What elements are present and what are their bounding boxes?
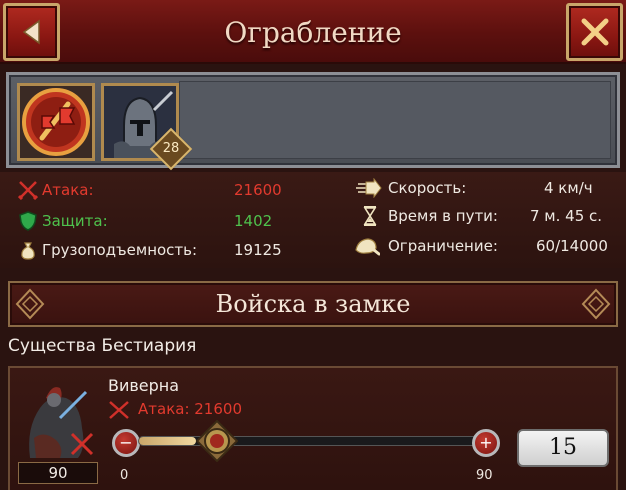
defense-value: 1402 — [234, 212, 273, 230]
unit-slot-banner[interactable] — [17, 83, 95, 161]
slider-handle[interactable] — [196, 420, 238, 462]
stat-speed: Скорость: 4 км/ч — [356, 176, 618, 200]
attack-value: 21600 — [234, 181, 282, 199]
page-title: Ограбление — [224, 15, 402, 49]
unit-count: 90 — [18, 462, 98, 484]
quantity-input[interactable]: 15 — [517, 429, 609, 467]
meat-leg-icon — [355, 238, 380, 256]
travel-time-label: Время в пути: — [388, 207, 498, 225]
section-subtitle: Существа Бестиария — [8, 336, 197, 356]
slider-min-label: 0 — [120, 468, 129, 483]
attack-label: Атака: — [42, 181, 94, 199]
money-bag-icon — [21, 242, 35, 260]
section-header: Войска в замке — [8, 281, 618, 327]
empty-slots-area — [179, 81, 611, 159]
speed-value: 4 км/ч — [544, 179, 593, 197]
red-banner-sword-icon — [22, 88, 90, 156]
stat-capacity: Грузоподъемность: 19125 — [18, 238, 298, 262]
shield-icon — [19, 211, 37, 231]
stats-panel: Атака: 21600 Защита: 1402 Грузоподъемнос… — [0, 172, 626, 268]
close-button[interactable] — [566, 3, 623, 61]
hourglass-icon — [363, 206, 377, 226]
plus-icon: + — [479, 433, 493, 452]
speed-arrow-icon — [356, 178, 382, 198]
slider-fill — [139, 437, 196, 445]
limit-label: Ограничение: — [388, 237, 498, 255]
close-x-icon — [581, 18, 608, 46]
unit-attack: Атака: 21600 — [138, 400, 242, 418]
ornament-left-icon — [15, 288, 45, 320]
quantity-slider[interactable] — [138, 436, 478, 446]
crossed-swords-icon — [18, 181, 38, 200]
back-button[interactable] — [3, 3, 60, 61]
defense-label: Защита: — [42, 212, 108, 230]
unit-row-wyvern: 90 Виверна Атака: 21600 − + 0 90 15 — [8, 366, 618, 490]
speed-label: Скорость: — [388, 179, 467, 197]
ornament-right-icon — [581, 288, 611, 320]
stat-defense: Защита: 1402 — [18, 209, 298, 233]
unit-name: Виверна — [108, 376, 180, 395]
slider-max-label: 90 — [476, 468, 493, 483]
selected-units-bar: 28 — [6, 72, 620, 171]
crossed-swords-icon — [109, 401, 129, 419]
arrow-left-icon — [22, 19, 40, 45]
capacity-label: Грузоподъемность: — [42, 241, 198, 259]
minus-icon: − — [119, 433, 133, 452]
level-value: 28 — [162, 141, 180, 156]
section-title: Войска в замке — [215, 290, 411, 318]
stat-travel-time: Время в пути: 7 м. 45 с. — [356, 204, 618, 228]
limit-value: 60/14000 — [536, 237, 608, 255]
increase-button[interactable]: + — [472, 429, 500, 457]
decrease-button[interactable]: − — [112, 429, 140, 457]
header-bar: Ограбление — [0, 0, 626, 64]
capacity-value: 19125 — [234, 241, 282, 259]
wyvern-rider-portrait — [29, 387, 94, 458]
stat-attack: Атака: 21600 — [18, 178, 298, 202]
unit-slot-knight[interactable]: 28 — [101, 83, 193, 171]
stat-limit: Ограничение: 60/14000 — [354, 234, 618, 258]
travel-time-value: 7 м. 45 с. — [530, 207, 603, 225]
